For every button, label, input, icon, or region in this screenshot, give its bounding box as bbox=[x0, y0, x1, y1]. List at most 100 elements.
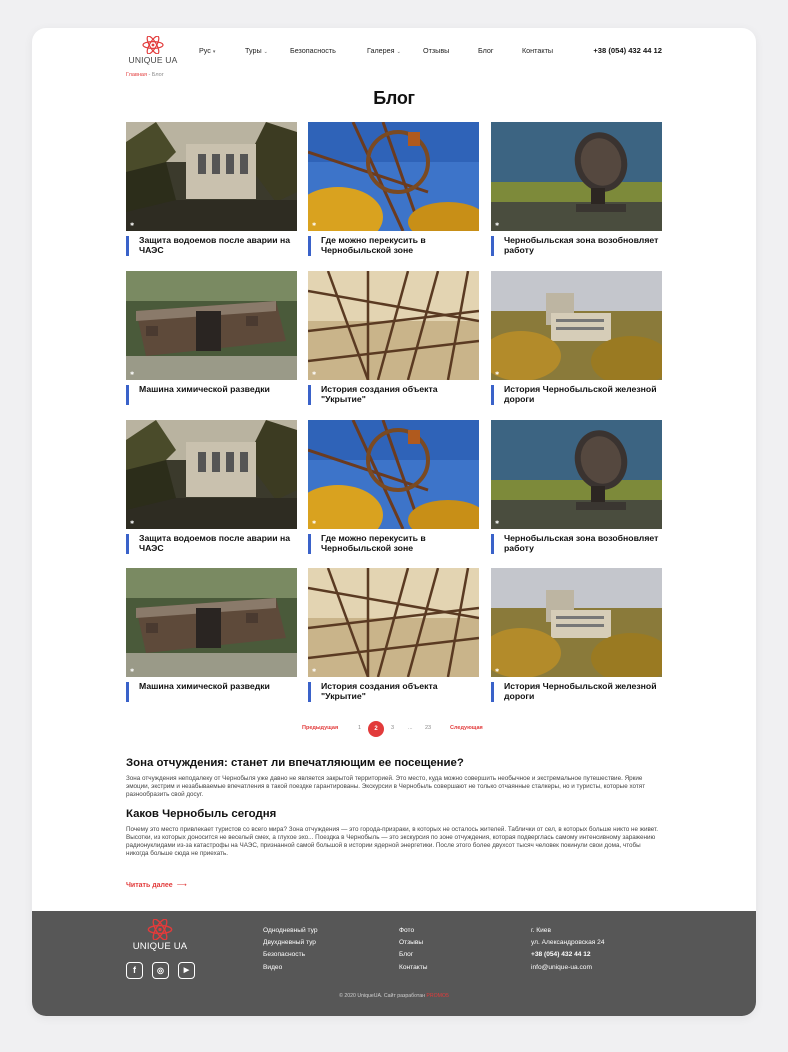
pagination-prev[interactable]: Предыдущая bbox=[302, 725, 338, 731]
watermark-icon: ✱ bbox=[130, 668, 135, 674]
facebook-icon[interactable]: f bbox=[126, 962, 143, 979]
article-paragraph: Почему это место привлекает туристов со … bbox=[126, 825, 658, 858]
footer-phone[interactable]: +38 (054) 432 44 12 bbox=[531, 951, 604, 958]
blog-post-card[interactable]: ✱ Машина химической разведки bbox=[126, 568, 297, 708]
footer-link[interactable]: Блог bbox=[399, 951, 427, 958]
blog-post-card[interactable]: ✱ Машина химической разведки bbox=[126, 271, 297, 411]
pagination-ellipsis: ... bbox=[408, 725, 413, 731]
blog-post-card[interactable]: ✱ История Чернобыльской железной дороги bbox=[491, 568, 662, 708]
nav-item-safety[interactable]: Безопасность bbox=[290, 46, 336, 55]
watermark-icon: ✱ bbox=[495, 668, 500, 674]
breadcrumb-home[interactable]: Главная bbox=[126, 72, 147, 78]
page-card: UNIQUE UA Рус ▾ Туры ⌄ Безопасность Галере… bbox=[32, 28, 756, 1016]
post-title[interactable]: История Чернобыльской железной дороги bbox=[491, 681, 662, 702]
post-title[interactable]: Защита водоемов после аварии на ЧАЭС bbox=[126, 533, 297, 554]
watermark-icon: ✱ bbox=[495, 222, 500, 228]
page-title: Блог bbox=[373, 88, 415, 108]
blog-post-card[interactable]: ✱ История создания объекта "Укрытие" bbox=[308, 568, 479, 708]
atom-logo-icon bbox=[147, 919, 173, 940]
instagram-icon[interactable]: ◎ bbox=[152, 962, 169, 979]
post-title[interactable]: Защита водоемов после аварии на ЧАЭС bbox=[126, 235, 297, 256]
post-image-ferris-wheel[interactable]: ✱ bbox=[308, 420, 479, 529]
nav-item-gallery[interactable]: Галерея ⌄ bbox=[367, 46, 401, 55]
post-image-abandoned-building[interactable]: ✱ bbox=[126, 122, 297, 231]
post-title[interactable]: История создания объекта "Укрытие" bbox=[308, 681, 479, 702]
post-image-radar-dish[interactable]: ✱ bbox=[491, 122, 662, 231]
blog-post-card[interactable]: ✱ Где можно перекусить в Чернобыльской з… bbox=[308, 420, 479, 560]
blog-post-card[interactable]: ✱ История создания объекта "Укрытие" bbox=[308, 271, 479, 411]
footer-link[interactable]: Однодневный тур bbox=[263, 927, 318, 934]
atom-logo-icon bbox=[142, 36, 164, 54]
post-title[interactable]: Машина химической разведки bbox=[126, 681, 297, 702]
footer-logo-text: UNIQUE UA bbox=[132, 941, 188, 952]
pagination-page-last[interactable]: 23 bbox=[425, 725, 431, 731]
post-title[interactable]: Машина химической разведки bbox=[126, 384, 297, 405]
arrow-right-icon: ⟶ bbox=[176, 882, 187, 889]
post-title[interactable]: Где можно перекусить в Чернобыльской зон… bbox=[308, 533, 479, 554]
site-footer: UNIQUE UA f ◎ ▶ Однодневный тур Двухднев… bbox=[32, 911, 756, 1016]
seo-article: Зона отчуждения: станет ли впечатляющим … bbox=[126, 757, 662, 866]
watermark-icon: ✱ bbox=[130, 371, 135, 377]
logo-text: UNIQUE UA bbox=[128, 55, 178, 65]
post-title[interactable]: История Чернобыльской железной дороги bbox=[491, 384, 662, 405]
footer-link[interactable]: Фото bbox=[399, 927, 427, 934]
nav-item-tours[interactable]: Туры ⌄ bbox=[245, 46, 268, 55]
pagination: Предыдущая 1 2 3 ... 23 Следующая bbox=[32, 721, 756, 737]
footer-email[interactable]: info@unique-ua.com bbox=[531, 964, 604, 971]
article-heading: Зона отчуждения: станет ли впечатляющим … bbox=[126, 757, 464, 769]
post-image-rusted-railcar[interactable]: ✱ bbox=[126, 568, 297, 677]
pagination-page-3[interactable]: 3 bbox=[391, 725, 394, 731]
chevron-down-icon: ⌄ bbox=[396, 49, 401, 55]
footer-link[interactable]: Видео bbox=[263, 964, 318, 971]
chevron-down-icon: ⌄ bbox=[263, 49, 268, 55]
footer-link[interactable]: Контакты bbox=[399, 964, 427, 971]
nav-item-language[interactable]: Рус ▾ bbox=[199, 46, 215, 55]
watermark-icon: ✱ bbox=[312, 371, 317, 377]
breadcrumb-current: Блог bbox=[151, 72, 164, 78]
pagination-page-1[interactable]: 1 bbox=[358, 725, 361, 731]
watermark-icon: ✱ bbox=[312, 520, 317, 526]
post-title[interactable]: Чернобыльская зона возобновляет работу bbox=[491, 533, 662, 554]
read-more-link[interactable]: Читать далее ⟶ bbox=[126, 881, 187, 889]
chevron-down-icon: ▾ bbox=[212, 49, 216, 55]
post-image-rusted-railcar[interactable]: ✱ bbox=[126, 271, 297, 380]
footer-link[interactable]: Двухдневный тур bbox=[263, 939, 318, 946]
footer-col-pages: Фото Отзывы Блог Контакты bbox=[399, 927, 427, 976]
watermark-icon: ✱ bbox=[495, 371, 500, 377]
nav-item-reviews[interactable]: Отзывы bbox=[423, 46, 449, 55]
blog-post-card[interactable]: ✱ Где можно перекусить в Чернобыльской з… bbox=[308, 122, 479, 262]
post-title[interactable]: История создания объекта "Укрытие" bbox=[308, 384, 479, 405]
site-header: UNIQUE UA Рус ▾ Туры ⌄ Безопасность Галере… bbox=[126, 36, 662, 84]
header-phone[interactable]: +38 (054) 432 44 12 bbox=[593, 46, 662, 55]
youtube-icon[interactable]: ▶ bbox=[178, 962, 195, 979]
watermark-icon: ✱ bbox=[495, 520, 500, 526]
post-image-pripyat-aerial[interactable]: ✱ bbox=[491, 271, 662, 380]
developer-link[interactable]: PROMO5 bbox=[426, 993, 448, 999]
blog-post-card[interactable]: ✱ История Чернобыльской железной дороги bbox=[491, 271, 662, 411]
blog-post-card[interactable]: ✱ Защита водоемов после аварии на ЧАЭС bbox=[126, 122, 297, 262]
nav-item-contacts[interactable]: Контакты bbox=[522, 46, 553, 55]
footer-link[interactable]: Безопасность bbox=[263, 951, 318, 958]
post-title[interactable]: Где можно перекусить в Чернобыльской зон… bbox=[308, 235, 479, 256]
article-paragraph: Зона отчуждения неподалеку от Чернобыля … bbox=[126, 775, 646, 799]
footer-logo[interactable]: UNIQUE UA bbox=[128, 919, 192, 952]
post-image-radar-dish[interactable]: ✱ bbox=[491, 420, 662, 529]
post-image-abandoned-building[interactable]: ✱ bbox=[126, 420, 297, 529]
nav-item-blog[interactable]: Блог bbox=[478, 46, 494, 55]
watermark-icon: ✱ bbox=[312, 222, 317, 228]
footer-link[interactable]: Отзывы bbox=[399, 939, 427, 946]
site-logo[interactable]: UNIQUE UA bbox=[126, 36, 180, 72]
pagination-page-active[interactable]: 2 bbox=[368, 721, 384, 737]
pagination-next[interactable]: Следующая bbox=[450, 725, 483, 731]
blog-post-card[interactable]: ✱ Чернобыльская зона возобновляет работу bbox=[491, 420, 662, 560]
post-image-ferris-wheel-structure[interactable]: ✱ bbox=[308, 271, 479, 380]
breadcrumb: Главная - Блог bbox=[126, 72, 164, 78]
post-image-pripyat-aerial[interactable]: ✱ bbox=[491, 568, 662, 677]
post-title[interactable]: Чернобыльская зона возобновляет работу bbox=[491, 235, 662, 256]
blog-post-card[interactable]: ✱ Чернобыльская зона возобновляет работу bbox=[491, 122, 662, 262]
social-links: f ◎ ▶ bbox=[126, 962, 206, 980]
blog-post-card[interactable]: ✱ Защита водоемов после аварии на ЧАЭС bbox=[126, 420, 297, 560]
post-image-ferris-wheel[interactable]: ✱ bbox=[308, 122, 479, 231]
main-nav: Рус ▾ Туры ⌄ Безопасность Галерея ⌄ Отзывы … bbox=[199, 46, 594, 58]
post-image-ferris-wheel-structure[interactable]: ✱ bbox=[308, 568, 479, 677]
